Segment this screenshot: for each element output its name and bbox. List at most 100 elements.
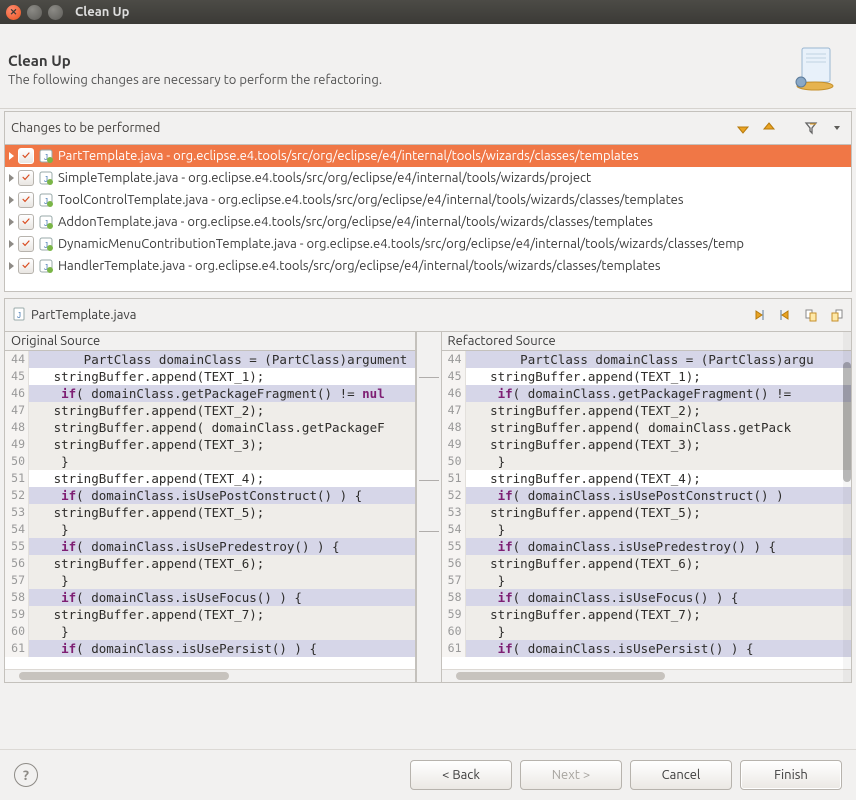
code-line: 44 PartClass domainClass = (PartClass)ar…	[5, 351, 415, 368]
code-line: 55 if( domainClass.isUsePredestroy() ) {	[442, 538, 852, 555]
code-line: 49 stringBuffer.append(TEXT_3);	[5, 436, 415, 453]
code-line: 57 }	[442, 572, 852, 589]
expander-icon[interactable]	[9, 262, 14, 270]
expander-icon[interactable]	[9, 152, 14, 160]
next-diff-icon[interactable]	[749, 305, 769, 325]
code-line: 47 stringBuffer.append(TEXT_2);	[5, 402, 415, 419]
right-pane-title: Refactored Source	[442, 332, 852, 351]
tree-item[interactable]: ✓J ToolControlTemplate.java - org.eclipse…	[5, 189, 851, 211]
code-line: 57 }	[5, 572, 415, 589]
finish-button[interactable]: Finish	[740, 760, 842, 790]
code-line: 48 stringBuffer.append( domainClass.getP…	[442, 419, 852, 436]
code-line: 48 stringBuffer.append( domainClass.getP…	[5, 419, 415, 436]
code-line: 52 if( domainClass.isUsePostConstruct() …	[442, 487, 852, 504]
checkbox[interactable]: ✓	[18, 214, 34, 230]
window-title: Clean Up	[75, 5, 129, 19]
help-icon[interactable]: ?	[14, 763, 38, 787]
left-pane: Original Source 44 PartClass domainClass…	[5, 332, 416, 682]
code-line: 54 }	[5, 521, 415, 538]
checkbox[interactable]: ✓	[18, 258, 34, 274]
code-line: 56 stringBuffer.append(TEXT_6);	[442, 555, 852, 572]
svg-text:J: J	[17, 311, 21, 320]
window-maximize-icon[interactable]	[48, 5, 63, 20]
code-line: 59 stringBuffer.append(TEXT_7);	[442, 606, 852, 623]
titlebar: ✕ Clean Up	[0, 0, 856, 24]
changes-section-header: Changes to be performed	[4, 111, 852, 145]
code-line: 60 }	[5, 623, 415, 640]
tree-item-label: ToolControlTemplate.java - org.eclipse.e…	[58, 193, 683, 207]
code-line: 53 stringBuffer.append(TEXT_5);	[5, 504, 415, 521]
java-change-icon: J	[38, 192, 54, 208]
expander-icon[interactable]	[9, 196, 14, 204]
changes-tree[interactable]: ✓JPartTemplate.java - org.eclipse.e4.too…	[4, 145, 852, 292]
code-line: 54 }	[442, 521, 852, 538]
tree-item-label: PartTemplate.java - org.eclipse.e4.tools…	[58, 149, 639, 163]
code-line: 46 if( domainClass.getPackageFragment() …	[5, 385, 415, 402]
window-close-icon[interactable]: ✕	[6, 5, 21, 20]
copy-left-icon[interactable]	[801, 305, 821, 325]
tree-item[interactable]: ✓J PartTemplate.java - org.eclipse.e4.too…	[5, 145, 851, 167]
dialog-header: Clean Up The following changes are neces…	[0, 24, 856, 109]
changes-section-title: Changes to be performed	[11, 121, 733, 135]
tree-item[interactable]: ✓J DynamicMenuContributionTemplate.java -…	[5, 233, 851, 255]
diff-connector	[416, 332, 442, 682]
code-line: 58 if( domainClass.isUseFocus() ) {	[5, 589, 415, 606]
java-change-icon: J	[38, 214, 54, 230]
checkbox[interactable]: ✓	[18, 148, 34, 164]
expander-icon[interactable]	[9, 174, 14, 182]
tree-item[interactable]: ✓JSimpleTemplate.java - org.eclipse.e4.t…	[5, 167, 851, 189]
back-button[interactable]: < Back	[410, 760, 512, 790]
java-change-icon: J	[38, 258, 54, 274]
code-line: 61 if( domainClass.isUsePersist() ) {	[5, 640, 415, 657]
java-change-icon: J	[38, 236, 54, 252]
checkbox[interactable]: ✓	[18, 192, 34, 208]
java-file-icon: J	[11, 306, 27, 325]
code-line: 52 if( domainClass.isUsePostConstruct() …	[5, 487, 415, 504]
checkbox[interactable]: ✓	[18, 236, 34, 252]
cleanup-wizard-icon	[788, 42, 842, 96]
filter-icon[interactable]	[801, 118, 821, 138]
expander-icon[interactable]	[9, 240, 14, 248]
file-tab-bar: J PartTemplate.java	[4, 298, 852, 332]
tree-item[interactable]: ✓J HandlerTemplate.java - org.eclipse.e4.…	[5, 255, 851, 277]
code-line: 59 stringBuffer.append(TEXT_7);	[5, 606, 415, 623]
code-line: 50 }	[5, 453, 415, 470]
tree-item-label: HandlerTemplate.java - org.eclipse.e4.to…	[58, 259, 661, 273]
tree-item-label: DynamicMenuContributionTemplate.java - o…	[58, 237, 744, 251]
left-code-body[interactable]: 44 PartClass domainClass = (PartClass)ar…	[5, 351, 415, 669]
left-pane-title: Original Source	[5, 332, 415, 351]
right-scrollbar-v[interactable]	[843, 332, 851, 682]
left-scrollbar-h[interactable]	[5, 669, 415, 682]
code-line: 58 if( domainClass.isUseFocus() ) {	[442, 589, 852, 606]
code-line: 45 stringBuffer.append(TEXT_1);	[5, 368, 415, 385]
cancel-button[interactable]: Cancel	[630, 760, 732, 790]
dialog-subtitle: The following changes are necessary to p…	[8, 73, 788, 87]
tree-item-label: AddonTemplate.java - org.eclipse.e4.tool…	[58, 215, 653, 229]
prev-diff-icon[interactable]	[775, 305, 795, 325]
tree-item-label: SimpleTemplate.java - org.eclipse.e4.too…	[58, 171, 591, 185]
tree-item[interactable]: ✓J AddonTemplate.java - org.eclipse.e4.to…	[5, 211, 851, 233]
code-line: 55 if( domainClass.isUsePredestroy() ) {	[5, 538, 415, 555]
diff-viewer: Original Source 44 PartClass domainClass…	[4, 332, 852, 683]
code-line: 45 stringBuffer.append(TEXT_1);	[442, 368, 852, 385]
window-minimize-icon[interactable]	[27, 5, 42, 20]
code-line: 51 stringBuffer.append(TEXT_4);	[5, 470, 415, 487]
dialog-title: Clean Up	[8, 52, 788, 69]
right-scrollbar-h[interactable]	[442, 669, 852, 682]
right-code-body[interactable]: 44 PartClass domainClass = (PartClass)ar…	[442, 351, 852, 669]
right-pane: Refactored Source 44 PartClass domainCla…	[442, 332, 852, 682]
code-line: 47 stringBuffer.append(TEXT_2);	[442, 402, 852, 419]
checkbox[interactable]: ✓	[18, 170, 34, 186]
expander-icon[interactable]	[9, 218, 14, 226]
next-button: Next >	[520, 760, 622, 790]
code-line: 60 }	[442, 623, 852, 640]
code-line: 53 stringBuffer.append(TEXT_5);	[442, 504, 852, 521]
prev-change-icon[interactable]	[759, 118, 779, 138]
code-line: 49 stringBuffer.append(TEXT_3);	[442, 436, 852, 453]
code-line: 61 if( domainClass.isUsePersist() ) {	[442, 640, 852, 657]
java-change-icon: J	[38, 148, 54, 164]
dropdown-icon[interactable]	[827, 118, 847, 138]
copy-right-icon[interactable]	[827, 305, 847, 325]
next-change-icon[interactable]	[733, 118, 753, 138]
code-line: 56 stringBuffer.append(TEXT_6);	[5, 555, 415, 572]
